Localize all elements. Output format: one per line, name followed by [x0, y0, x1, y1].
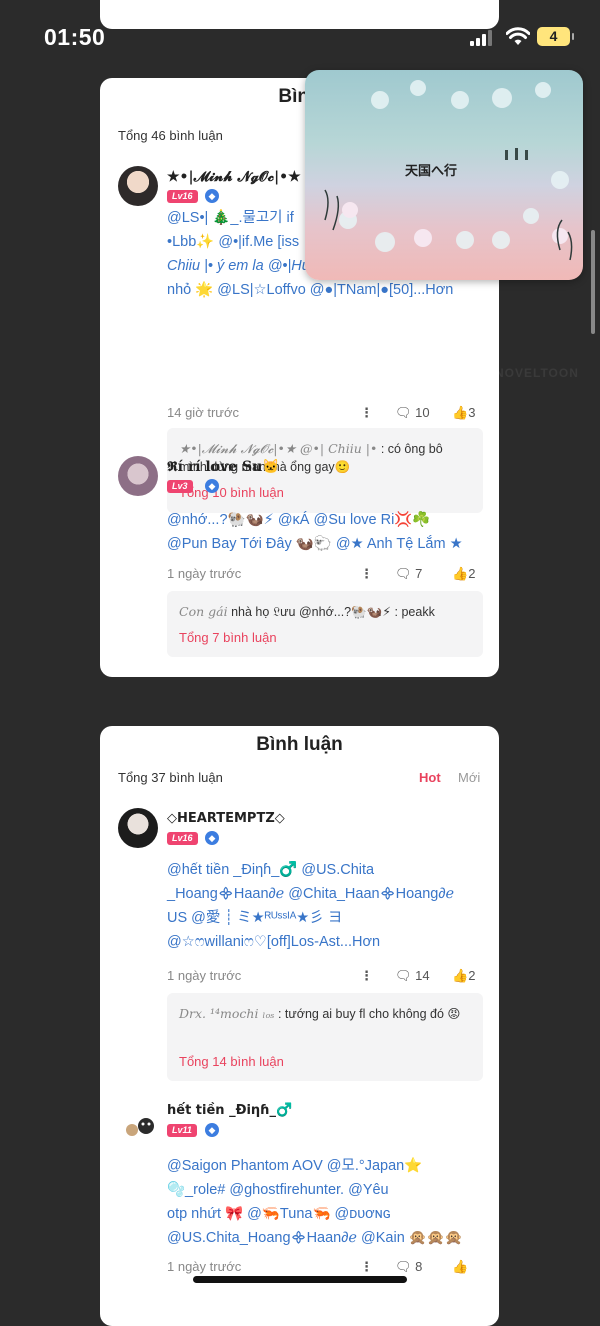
- comment-line: @Pun Bay Tới Đây 🦦🐑 @★ Anh Tệ Lắm ★: [167, 536, 463, 552]
- sort-hot-tab[interactable]: Hot: [419, 770, 441, 785]
- watermark: NOVELTOON: [495, 366, 579, 380]
- floating-video-overlay[interactable]: 天国へ行: [305, 70, 583, 280]
- comment-line: @hết tiền _Điηɦ_♂️ @US.Chita: [167, 862, 375, 878]
- wifi-icon: [505, 27, 531, 47]
- username[interactable]: 𝕽í rí love Su🐱: [167, 459, 280, 475]
- reply-text: nhà họ 𝔏ưu @nhớ...?🐏🦦⚡ : peakk: [231, 605, 435, 619]
- comments-card-2: Bình luận Tổng 37 bình luận Hot Mới ◇HEA…: [100, 726, 499, 1326]
- reply-preview[interactable]: Con gái nhà họ 𝔏ưu @nhớ...?🐏🦦⚡ : peakk T…: [167, 591, 483, 657]
- like-button[interactable]: 👍2: [452, 566, 475, 582]
- level-badge: Lv16: [167, 190, 198, 203]
- comment-meta: 1 ngày trước ⋮ 🗨 14 👍2: [167, 968, 485, 988]
- vip-badge-icon: ◆: [205, 1123, 219, 1137]
- view-replies-link[interactable]: Tổng 7 bình luận: [179, 630, 277, 645]
- more-options-icon[interactable]: ⋮: [360, 405, 373, 421]
- reply-count: 8: [415, 1259, 423, 1274]
- reply-text-block: Con gái nhà họ 𝔏ưu @nhớ...?🐏🦦⚡ : peakk: [179, 603, 471, 621]
- avatar[interactable]: [118, 1100, 158, 1140]
- like-button[interactable]: 👍3: [452, 405, 475, 421]
- like-count: 2: [468, 566, 476, 581]
- level-badge: Lv3: [167, 480, 193, 493]
- card-title: Bình luận: [256, 734, 343, 755]
- comment-line: nhỏ 🌟 @LS|☆Loffvo @●|TNam|●[50]...Hơn: [167, 282, 454, 298]
- avatar[interactable]: [118, 456, 158, 496]
- overlay-title: 天国へ行: [405, 163, 458, 178]
- reply-author: ★•|𝓜𝓲𝓷𝓱 𝓝𝓰𝓞𝓬|•★ @•| Chiiu |•: [179, 441, 378, 456]
- reply-count-button[interactable]: 🗨 7: [395, 566, 422, 582]
- username[interactable]: ★•|𝓜𝓲𝓷𝓱 𝓝𝓰𝓞𝓬|•★: [167, 169, 301, 185]
- comment-icon: 🗨: [395, 1259, 412, 1274]
- comment-count: Tổng 46 bình luận: [118, 128, 223, 143]
- comment-icon: 🗨: [395, 566, 412, 581]
- comment-line: @US.Chita_Hoang᯽Haan∂ℯ @Kain 🙊🙊🙊: [167, 1230, 463, 1246]
- level-badge: Lv16: [167, 832, 198, 845]
- comment-line: US @愛 ┊ ミ★ᴿᵁˢˢᴵᴬ★彡 ヨ: [167, 910, 343, 926]
- level-badge: Lv11: [167, 1124, 197, 1137]
- scrollbar[interactable]: [591, 230, 595, 334]
- thumbs-up-icon: 👍: [452, 405, 469, 420]
- comment-time: 14 giờ trước: [167, 405, 239, 420]
- comment-text: @Saigon Phantom AOV @모.°Japan⭐ 🫧_role# @…: [167, 1154, 485, 1250]
- thumbs-up-icon: 👍: [452, 566, 469, 581]
- battery-icon: 4: [537, 27, 574, 46]
- avatar[interactable]: [118, 808, 158, 848]
- signal-icon: [470, 30, 494, 46]
- more-options-icon[interactable]: ⋮: [360, 566, 373, 582]
- reply-text: : tướng ai buy fl cho không đó 😡: [277, 1007, 461, 1021]
- comment-line: @☆ෆwillaniෆ♡[off]Los-Ast...Hơn: [167, 934, 381, 950]
- comment-line: 🫧_role# @ghostfirehunter. @Yêu: [167, 1182, 389, 1198]
- comment-meta: 14 giờ trước ⋮ 🗨 10 👍3: [167, 405, 485, 425]
- more-options-icon[interactable]: ⋮: [360, 1259, 373, 1275]
- thumbs-up-icon: 👍: [452, 968, 469, 983]
- comment-meta: 1 ngày trước ⋮ 🗨 7 👍2: [167, 566, 485, 586]
- home-indicator[interactable]: [193, 1276, 407, 1283]
- like-button[interactable]: 👍2: [452, 968, 475, 984]
- comment-line: _Hoang᯽Haan∂ℯ @Chita_Haan᯽Hoang∂ℯ: [167, 886, 455, 902]
- reply-author: Drx. ¹⁴mochi ₗₒₛ: [179, 1006, 275, 1021]
- previous-card: [100, 0, 499, 29]
- reply-text-block: Drx. ¹⁴mochi ₗₒₛ : tướng ai buy fl cho k…: [179, 1005, 471, 1023]
- reply-count: 10: [415, 405, 430, 420]
- reply-preview[interactable]: Drx. ¹⁴mochi ₗₒₛ : tướng ai buy fl cho k…: [167, 993, 483, 1081]
- pets-icon: [126, 1118, 154, 1136]
- comment-count: Tổng 37 bình luận: [118, 770, 223, 785]
- like-count: 2: [468, 968, 476, 983]
- comment-time: 1 ngày trước: [167, 1259, 242, 1274]
- reply-count: 14: [415, 968, 430, 983]
- reply-count-button[interactable]: 🗨 8: [395, 1259, 422, 1275]
- reply-count-button[interactable]: 🗨 10: [395, 405, 430, 421]
- status-time: 01:50: [44, 24, 106, 50]
- reply-count-button[interactable]: 🗨 14: [395, 968, 430, 984]
- like-button[interactable]: 👍: [452, 1259, 468, 1275]
- view-replies-link[interactable]: Tổng 14 bình luận: [179, 1054, 284, 1069]
- comment-text: @hết tiền _Điηɦ_♂️ @US.Chita _Hoang᯽Haan…: [167, 858, 485, 954]
- more-options-icon[interactable]: ⋮: [360, 968, 373, 984]
- view-replies-link[interactable]: Tổng 10 bình luận: [179, 485, 284, 500]
- comment-icon: 🗨: [395, 405, 412, 420]
- comment-text: @nhớ...?🐏🦦⚡ @ĸÁ @Su love Ri💢☘️ @Pun Bay …: [167, 508, 485, 556]
- comment-time: 1 ngày trước: [167, 566, 242, 581]
- reply-count: 7: [415, 566, 423, 581]
- comment-line: otp nhứt 🎀 @🦐Tuna🦐 @ᴅᴜơɴɢ: [167, 1206, 391, 1222]
- vip-badge-icon: ◆: [205, 479, 219, 493]
- thumbs-up-icon: 👍: [452, 1259, 469, 1274]
- vip-badge-icon: ◆: [205, 831, 219, 845]
- like-count: 3: [468, 405, 476, 420]
- username[interactable]: hết tiền _Điηɦ_♂️: [167, 1103, 292, 1118]
- sort-new-tab[interactable]: Mới: [458, 770, 480, 785]
- vip-badge-icon: ◆: [205, 189, 219, 203]
- avatar[interactable]: [118, 166, 158, 206]
- comment-time: 1 ngày trước: [167, 968, 242, 983]
- reply-author: Con gái: [179, 604, 228, 619]
- comment-line: @nhớ...?🐏🦦⚡ @ĸÁ @Su love Ri💢☘️: [167, 512, 431, 528]
- comment-icon: 🗨: [395, 968, 412, 983]
- username[interactable]: ◇HEARTEMPTZ◇: [167, 811, 285, 826]
- comment-line: @Saigon Phantom AOV @모.°Japan⭐: [167, 1158, 423, 1174]
